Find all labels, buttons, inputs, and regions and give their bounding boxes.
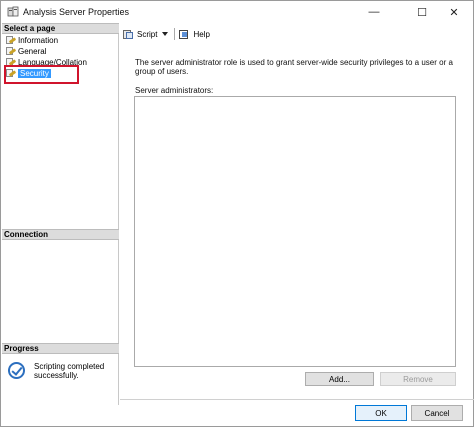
script-button[interactable]: Script — [137, 30, 157, 39]
progress-status: Scripting completed successfully. — [8, 360, 116, 382]
window-title: Analysis Server Properties — [23, 7, 130, 17]
connection-header: Connection — [2, 229, 119, 240]
minimize-button[interactable]: — — [355, 1, 393, 23]
script-dropdown-arrow-icon[interactable] — [162, 32, 169, 36]
app-icon — [7, 6, 19, 17]
close-icon: ✕ — [449, 6, 459, 19]
page-item-label: General — [18, 46, 47, 56]
help-button[interactable]: Help — [193, 30, 209, 39]
success-check-icon — [8, 362, 25, 379]
security-highlight-box — [4, 65, 79, 84]
script-icon[interactable] — [123, 29, 134, 40]
cancel-button[interactable]: Cancel — [411, 405, 463, 421]
minimize-icon: — — [368, 6, 380, 18]
title-bar[interactable]: Analysis Server Properties — ☐ ✕ — [1, 1, 473, 23]
ok-button[interactable]: OK — [355, 405, 407, 421]
select-page-header: Select a page — [2, 23, 119, 34]
close-button[interactable]: ✕ — [435, 1, 473, 23]
progress-status-text: Scripting completed successfully. — [34, 362, 105, 380]
toolbar: Script Help — [123, 27, 210, 41]
left-pane: Select a page Information General Langua… — [2, 23, 119, 405]
page-wrench-icon — [5, 35, 17, 45]
help-icon[interactable] — [179, 29, 190, 40]
footer-divider — [120, 399, 474, 400]
role-description: The server administrator role is used to… — [135, 58, 453, 76]
page-wrench-icon — [5, 46, 17, 56]
progress-header: Progress — [2, 343, 119, 354]
toolbar-separator — [174, 28, 176, 40]
remove-button[interactable]: Remove — [380, 372, 456, 386]
maximize-icon: ☐ — [417, 6, 427, 19]
page-item-information[interactable]: Information — [5, 35, 58, 45]
server-administrators-label: Server administrators: — [135, 86, 214, 95]
page-item-label: Information — [18, 35, 59, 45]
add-button[interactable]: Add... — [305, 372, 374, 386]
server-administrators-list[interactable] — [134, 96, 456, 367]
page-item-general[interactable]: General — [5, 46, 46, 56]
properties-dialog: Analysis Server Properties — ☐ ✕ Select … — [0, 0, 474, 427]
